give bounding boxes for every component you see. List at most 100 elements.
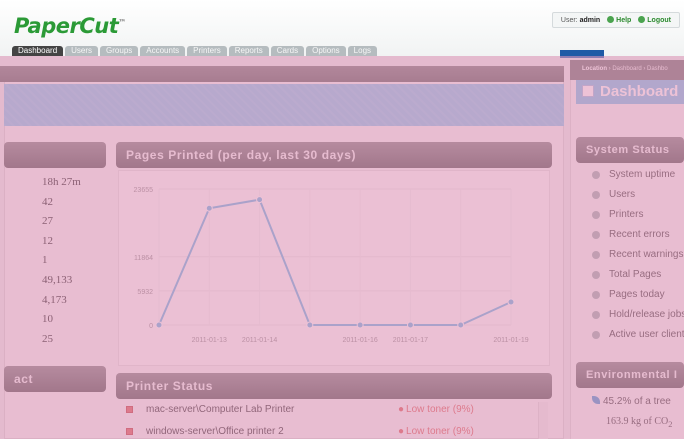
tab-logs[interactable]: Logs — [347, 46, 378, 56]
stat-value: 27 — [42, 215, 53, 228]
pages-today-icon — [592, 291, 600, 299]
stat-value: 42 — [42, 195, 53, 208]
printer-name[interactable]: windows-server\Office printer 2 — [146, 422, 284, 439]
chart-data-point — [306, 321, 314, 329]
user-name: admin — [579, 17, 601, 24]
user-label: User: — [560, 17, 578, 24]
location-bar — [0, 66, 564, 82]
logout-link[interactable]: Logout — [638, 16, 671, 24]
chart-x-tick-label: 2011-01-17 — [393, 337, 428, 344]
logout-icon — [638, 16, 646, 23]
chart-data-point — [507, 298, 515, 306]
env-trees-text: 45.2% of a tree — [603, 396, 671, 407]
pages-printed-svg: 0 5932 11864 23655 2011-01-13 2011-01-14 2011-… — [134, 187, 529, 344]
statistics-values: 18h 27m 42 27 12 1 49,133 4,173 10 25 — [42, 176, 102, 352]
tab-accounts[interactable]: Accounts — [140, 46, 186, 56]
breadcrumb-location-label: Location — [582, 66, 607, 72]
panel-header-printer-status: Printer Status — [116, 373, 552, 399]
logout-label: Logout — [647, 17, 671, 24]
breadcrumb-path[interactable]: › Dashboard › Dashbo — [607, 66, 668, 72]
page-title: Dashboard — [576, 80, 684, 104]
chart-y-tick-label: 23655 — [134, 187, 154, 194]
tab-users[interactable]: Users — [65, 46, 99, 56]
chart-data-point — [406, 321, 414, 329]
pages-icon — [592, 271, 600, 279]
tab-dashboard[interactable]: Dashboard — [12, 46, 64, 56]
system-status-label: Recent warnings — [609, 249, 684, 260]
help-label: Help — [616, 17, 632, 24]
env-trees: 45.2% of a tree — [592, 396, 671, 407]
hold-release-icon — [592, 311, 600, 319]
tab-cards[interactable]: Cards — [270, 46, 305, 56]
system-status-label: Total Pages — [609, 269, 662, 280]
dashboard-icon — [582, 85, 594, 97]
stat-value: 4,173 — [42, 293, 67, 306]
page-title-text: Dashboard — [600, 83, 679, 100]
chart-data-point — [155, 321, 163, 329]
chart-data-point — [356, 321, 364, 329]
stat-value: 1 — [42, 254, 48, 267]
chart-y-tick-label: 5932 — [137, 289, 153, 296]
app-header: PaperCut™ User: admin Help Logout Dashbo… — [0, 0, 684, 56]
system-status-label: Pages today — [609, 289, 665, 300]
printer-status-text: Low toner (9%) — [398, 400, 474, 420]
system-status-label: Printers — [609, 209, 644, 220]
stat-value: 25 — [42, 332, 53, 345]
papercut-logo[interactable]: PaperCut™ — [14, 14, 126, 38]
main-nav-tabs: Dashboard Users Groups Accounts Printers Repo… — [12, 46, 379, 58]
chart-x-tick-label: 2011-01-13 — [192, 337, 227, 344]
system-status-label: System uptime — [609, 169, 676, 180]
env-co2-subscript: 2 — [668, 420, 673, 429]
stat-value: 18h 27m — [42, 176, 81, 188]
printer-status-text: Low toner (9%) — [398, 422, 474, 439]
users-icon — [592, 191, 600, 199]
tab-groups[interactable]: Groups — [100, 46, 139, 56]
stat-value: 49,133 — [42, 273, 73, 286]
tab-printers[interactable]: Printers — [187, 46, 227, 56]
tab-options[interactable]: Options — [306, 46, 346, 56]
help-icon — [607, 16, 615, 23]
panel-header-pages-printed: Pages Printed (per day, last 30 days) — [116, 142, 552, 168]
env-co2-text: 163.9 kg of CO — [606, 416, 669, 427]
chart-series-line — [158, 198, 512, 326]
system-status-label: Hold/release jobs — [609, 309, 684, 320]
printer-icon — [592, 211, 600, 219]
help-link[interactable]: Help — [607, 16, 632, 24]
logo-trademark: ™ — [118, 18, 126, 27]
top-right-button[interactable] — [560, 50, 604, 58]
printer-alert-icon — [126, 428, 133, 435]
warning-icon — [592, 251, 600, 259]
chart-data-point — [256, 196, 264, 204]
printer-row[interactable]: windows-server\Office printer 2 Low toner… — [118, 422, 538, 439]
title-band — [4, 84, 564, 126]
chart-y-tick-label: 0 — [149, 323, 153, 330]
system-status-label: Users — [609, 189, 636, 200]
panel-header-system-status: System Status — [576, 137, 684, 163]
stat-value: 10 — [42, 313, 53, 326]
printer-list-scrollbar[interactable] — [538, 402, 548, 439]
tab-reports[interactable]: Reports — [228, 46, 269, 56]
chart-data-point — [457, 321, 465, 329]
system-status-label: Active user clients — [609, 329, 684, 340]
system-status-label: Recent errors — [609, 229, 670, 240]
panel-header-environmental: Environmental I — [576, 362, 684, 388]
chart-x-tick-label: 2011-01-16 — [342, 337, 377, 344]
printer-alert-icon — [126, 406, 133, 413]
panel-header-contact: act — [4, 366, 106, 392]
breadcrumb: Location › Dashboard › Dashbo — [582, 66, 668, 72]
tree-icon — [592, 396, 600, 404]
logo-text: PaperCut — [14, 14, 119, 38]
chart-x-tick-label: 2011-01-14 — [242, 337, 277, 344]
pages-printed-chart: 0 5932 11864 23655 2011-01-13 2011-01-14 2011-… — [118, 170, 550, 366]
chart-x-tick-label: 2011-01-19 — [493, 337, 528, 344]
stat-value: 12 — [42, 234, 53, 247]
chart-y-tick-label: 11864 — [134, 255, 153, 262]
user-bar: User: admin Help Logout — [551, 12, 680, 28]
chart-data-point — [205, 204, 213, 212]
error-icon — [592, 231, 600, 239]
printer-row[interactable]: mac-server\Computer Lab Printer Low toner… — [118, 400, 538, 420]
clock-icon — [592, 171, 600, 179]
panel-header-statistics — [4, 142, 106, 168]
env-co2: 163.9 kg of CO2 — [606, 416, 672, 429]
printer-name[interactable]: mac-server\Computer Lab Printer — [146, 400, 294, 420]
